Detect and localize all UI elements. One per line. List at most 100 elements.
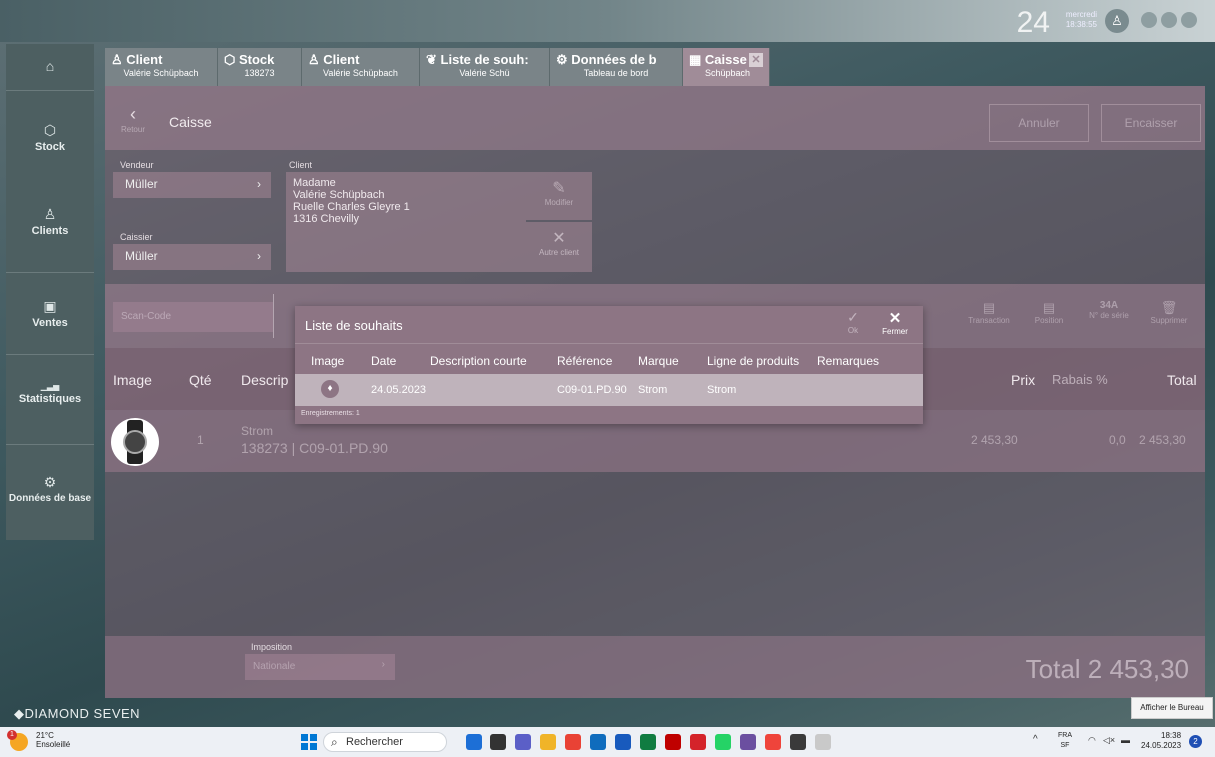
back-button[interactable]: ‹ Retour: [113, 104, 153, 134]
speaker-mute-icon[interactable]: ◁×: [1103, 735, 1115, 746]
page-title: Caisse: [169, 114, 212, 130]
records-count: Enregistrements: 1: [301, 410, 360, 417]
window-dot-icon[interactable]: [1161, 12, 1177, 28]
client-address: Madame Valérie Schüpbach Ruelle Charles …: [286, 172, 526, 272]
tab-stock[interactable]: ⬡ Stock 138273: [218, 48, 302, 86]
sidebar: ⌂ ⬡ Stock ♙ Clients ▣ Ventes ▁▃▅ Statistique…: [6, 44, 94, 540]
notification-icon[interactable]: 2: [1189, 735, 1202, 748]
imposition-select[interactable]: Nationale ›: [245, 654, 395, 680]
terminal-icon[interactable]: [790, 734, 806, 750]
chevron-left-icon: ‹: [130, 104, 136, 124]
trash-icon: 🗑: [1160, 300, 1178, 315]
taskbar: 1 21°C Ensoleillé ⌕ Rechercher ^ FRA SF …: [0, 727, 1215, 757]
vendeur-select[interactable]: Müller ›: [113, 172, 271, 198]
show-desktop-tooltip: Afficher le Bureau: [1131, 697, 1213, 719]
fermer-button[interactable]: ✕ Fermer: [875, 309, 915, 336]
explorer-icon[interactable]: [540, 734, 556, 750]
toolbar-right: ▤ Transaction ▤ Position 34A N° de série 🗑 S…: [960, 300, 1200, 340]
taskbar-search[interactable]: ⌕ Rechercher: [323, 732, 447, 752]
word-icon[interactable]: [615, 734, 631, 750]
grand-total: Total 2 453,30: [1025, 654, 1189, 684]
gear-icon: ⚙: [556, 52, 568, 67]
battery-icon[interactable]: ▬: [1121, 735, 1130, 745]
register-icon: ▦: [689, 52, 702, 67]
register-icon: ▣: [43, 298, 57, 314]
transaction-button[interactable]: ▤ Transaction: [960, 300, 1018, 325]
table-row[interactable]: ♦ 24.05.2023 C09-01.PD.90 Strom Strom: [295, 374, 923, 406]
top-bar: 24 mercredi 18:38:55 ♙: [0, 0, 1215, 42]
dialog-title: Liste de souhaits: [305, 318, 403, 333]
person-icon: ♙: [308, 52, 320, 67]
document-icon: ▤: [1042, 300, 1056, 315]
cube-icon: ⬡: [224, 52, 236, 67]
sidebar-item-donnees[interactable]: ⚙ Données de base: [6, 474, 94, 504]
caissier-select[interactable]: Müller ›: [113, 244, 271, 270]
wishlist-table-header: Image Date Description courte Référence …: [311, 354, 880, 368]
clock-day: 24: [1016, 6, 1050, 39]
outlook-icon[interactable]: [590, 734, 606, 750]
anydesk-icon[interactable]: [765, 734, 781, 750]
close-icon: ✕: [888, 310, 902, 327]
chevron-up-icon[interactable]: ^: [1033, 734, 1038, 745]
windows-start-icon[interactable]: [301, 734, 317, 750]
window-dot-icon[interactable]: [1181, 12, 1197, 28]
ok-button[interactable]: ✓ Ok: [838, 309, 868, 335]
close-icon[interactable]: ✕: [749, 53, 763, 67]
filezilla-icon[interactable]: [665, 734, 681, 750]
autre-client-button[interactable]: ✕ Autre client: [526, 222, 592, 272]
person-icon: ♙: [43, 206, 57, 222]
gem-icon: ♦: [321, 380, 339, 398]
tab-client-2[interactable]: ♙ Client Valérie Schüpbach: [302, 48, 420, 86]
taskview-icon[interactable]: [490, 734, 506, 750]
diamond-icon: ◆: [14, 706, 25, 721]
chevron-right-icon: ›: [381, 659, 385, 670]
chrome-icon[interactable]: [565, 734, 581, 750]
sidebar-item-home[interactable]: ⌂: [6, 58, 94, 76]
chevron-right-icon: ›: [257, 177, 261, 191]
tab-client-1[interactable]: ♙ Client Valérie Schüpbach: [105, 48, 218, 86]
taskbar-clock[interactable]: 18:38 24.05.2023: [1141, 731, 1181, 751]
wifi-icon[interactable]: ◠: [1088, 735, 1096, 746]
language-indicator[interactable]: FRA SF: [1058, 731, 1072, 751]
person-icon: ♙: [111, 52, 123, 67]
vendeur-label: Vendeur: [120, 160, 154, 170]
sidebar-item-stock[interactable]: ⬡ Stock: [6, 122, 94, 153]
weather-widget[interactable]: 21°C Ensoleillé: [36, 731, 70, 749]
clock-detail: mercredi 18:38:55: [1065, 10, 1097, 29]
encaisser-button[interactable]: Encaisser: [1101, 104, 1201, 142]
gear-icon: ⚙: [43, 474, 57, 490]
watch-image: [111, 418, 159, 466]
serial-button[interactable]: 34A N° de série: [1080, 300, 1138, 320]
cube-icon: ⬡: [43, 122, 57, 138]
weather-sun-icon[interactable]: 1: [7, 730, 28, 751]
search-icon: ⌕: [331, 735, 338, 749]
wishlist-icon: ❦: [426, 52, 437, 67]
bing-icon[interactable]: [466, 734, 482, 750]
sidebar-item-ventes[interactable]: ▣ Ventes: [6, 298, 94, 329]
gem-app-icon[interactable]: [815, 734, 831, 750]
chart-icon: ▁▃▅: [40, 382, 60, 391]
modifier-button[interactable]: ✎ Modifier: [526, 172, 592, 220]
home-icon: ⌂: [45, 58, 55, 74]
window-dot-icon[interactable]: [1141, 12, 1157, 28]
tab-caisse[interactable]: ▦ Caisse Schüpbach ✕: [683, 48, 770, 86]
tab-donnees-base[interactable]: ⚙ Données de b Tableau de bord: [550, 48, 683, 86]
pencil-icon: ✎: [552, 180, 566, 197]
user-icon[interactable]: ♙: [1105, 9, 1129, 33]
position-button[interactable]: ▤ Position: [1020, 300, 1078, 325]
sidebar-item-statistiques[interactable]: ▁▃▅ Statistiques: [6, 382, 94, 405]
annuler-button[interactable]: Annuler: [989, 104, 1089, 142]
scan-input[interactable]: Scan-Code: [113, 302, 273, 332]
document-icon: ▤: [982, 300, 996, 315]
whatsapp-icon[interactable]: [715, 734, 731, 750]
excel-icon[interactable]: [640, 734, 656, 750]
teams-icon[interactable]: [515, 734, 531, 750]
tab-liste-souhaits[interactable]: ❦ Liste de souh: Valérie Schü: [420, 48, 550, 86]
chevron-right-icon: ›: [257, 249, 261, 263]
diamond-app-icon[interactable]: [740, 734, 756, 750]
supprimer-button[interactable]: 🗑 Supprimer: [1140, 300, 1198, 325]
acrobat-icon[interactable]: [690, 734, 706, 750]
serial-icon: 34A: [1099, 300, 1119, 311]
close-icon: ✕: [552, 230, 566, 247]
sidebar-item-clients[interactable]: ♙ Clients: [6, 206, 94, 237]
